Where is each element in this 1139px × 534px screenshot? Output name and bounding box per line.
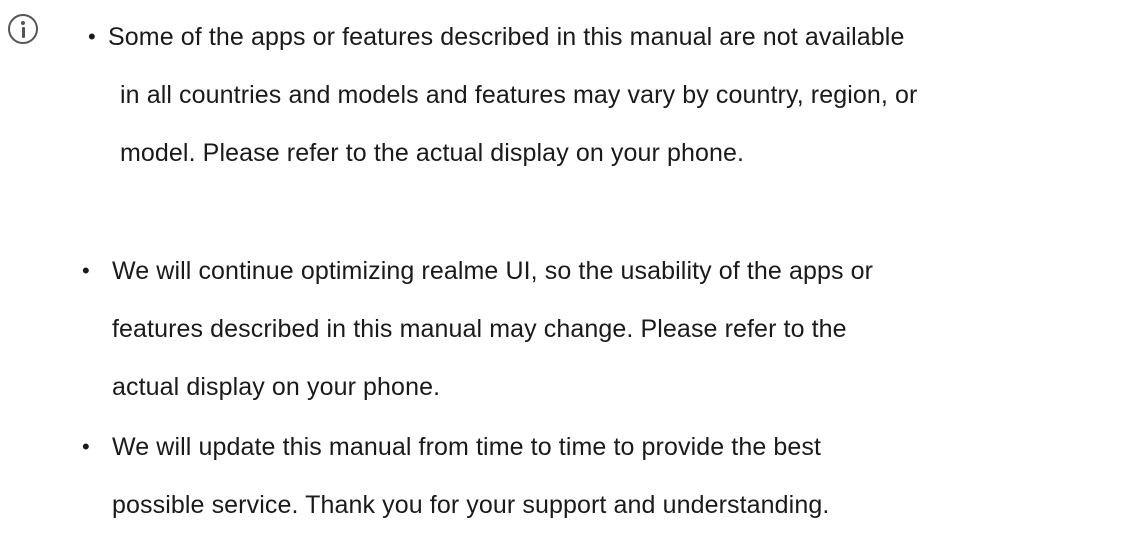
info-icon-bar [21,27,25,38]
notice-item-2-line-2: features described in this manual may ch… [112,315,847,343]
notice-item-3-line-1: We will update this manual from time to … [112,433,822,461]
notice-item-3: • We will update this manual from time t… [82,418,1132,534]
notice-item-1-line-3: model. Please refer to the actual displa… [120,139,745,167]
info-icon [8,14,38,44]
notice-block: • Some of the apps or features described… [0,0,1139,534]
notice-item-2: • We will continue optimizing realme UI,… [82,242,1132,416]
notice-item-1-line-2: in all countries and models and features… [120,81,918,109]
notice-item-2-line-3: actual display on your phone. [112,373,441,401]
notice-item-1: • Some of the apps or features described… [88,8,1133,182]
info-icon-dot [21,21,25,25]
bullet-mark: • [82,258,90,283]
notice-item-2-line-1: We will continue optimizing realme UI, s… [112,257,874,285]
bullet-mark: • [88,24,96,49]
bullet-mark: • [82,434,90,459]
notice-item-3-line-2: possible service. Thank you for your sup… [112,491,830,519]
notice-item-1-line-1: Some of the apps or features described i… [108,23,905,51]
